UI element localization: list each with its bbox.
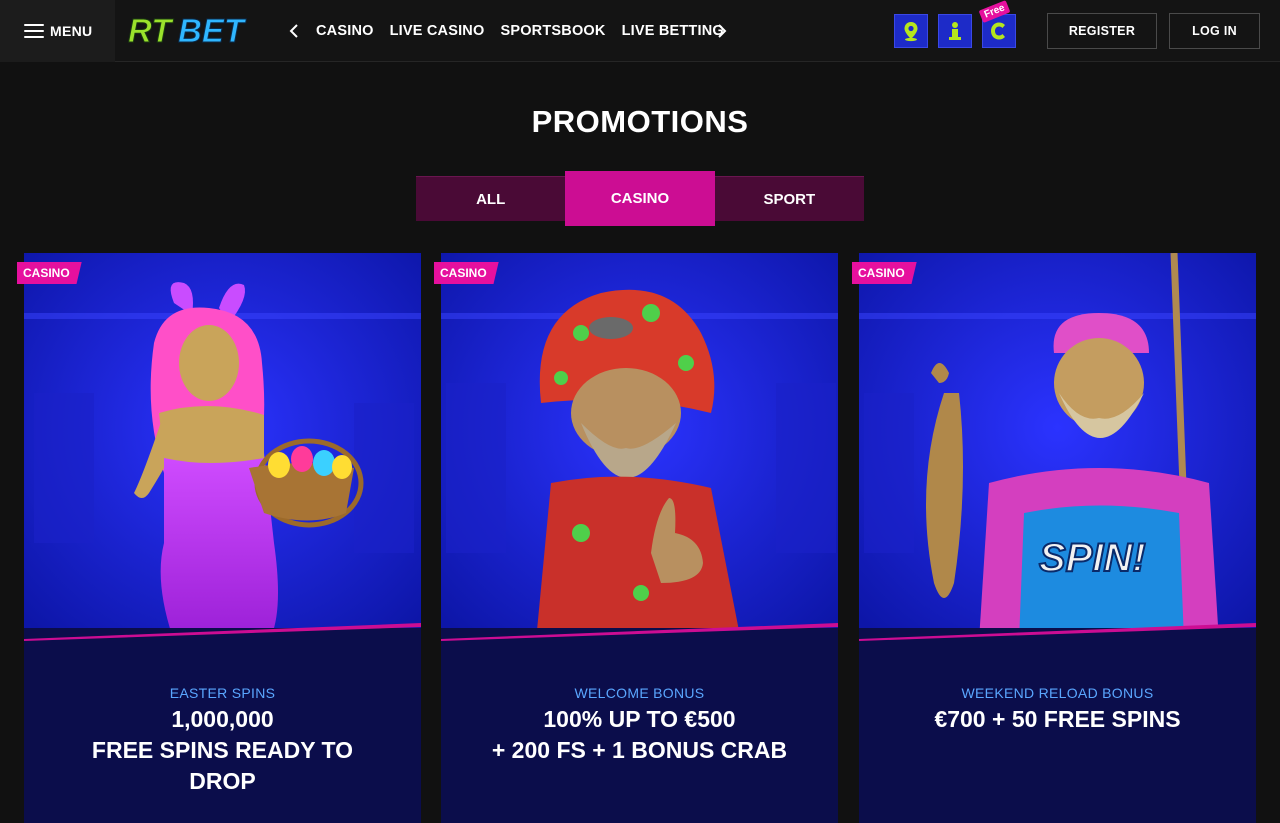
main-nav: CASINO LIVE CASINO SPORTSBOOK LIVE BETTI… bbox=[316, 0, 724, 62]
card-badge: CASINO bbox=[852, 262, 917, 284]
card-badge: CASINO bbox=[17, 262, 82, 284]
card-subtitle: WEEKEND RELOAD BONUS bbox=[961, 685, 1154, 701]
card-subtitle: EASTER SPINS bbox=[169, 685, 276, 701]
card-subtitle: WELCOME BONUS bbox=[574, 685, 705, 701]
svg-text:BET: BET bbox=[178, 12, 247, 49]
promo-card-weekend[interactable]: SPIN! WEEKEND RELOAD BONUS €700 + 50 FRE… bbox=[859, 253, 1256, 823]
gnome-image bbox=[441, 253, 838, 641]
site-header: MENU RT BET CASINO LIVE CASINO SPORTSBOO… bbox=[0, 0, 1280, 62]
nav-prev-icon[interactable] bbox=[282, 19, 306, 43]
location-pin-icon[interactable] bbox=[894, 14, 928, 48]
rtbet-logo[interactable]: RT BET bbox=[126, 10, 256, 50]
promo-card-welcome[interactable]: WELCOME BONUS 100% UP TO €500 + 200 FS +… bbox=[441, 253, 838, 823]
nav-casino[interactable]: CASINO bbox=[316, 23, 374, 39]
menu-label: MENU bbox=[50, 23, 93, 39]
promo-card-easter[interactable]: EASTER SPINS 1,000,000 FREE SPINS READY … bbox=[24, 253, 421, 823]
login-button[interactable]: LOG IN bbox=[1169, 13, 1260, 49]
card-badge: CASINO bbox=[434, 262, 499, 284]
tab-sport[interactable]: SPORT bbox=[714, 176, 864, 221]
menu-button[interactable]: MENU bbox=[0, 0, 115, 62]
tab-casino[interactable]: CASINO bbox=[565, 171, 715, 226]
nav-sportsbook[interactable]: SPORTSBOOK bbox=[500, 23, 605, 39]
info-person-icon[interactable] bbox=[938, 14, 972, 48]
nav-next-icon[interactable] bbox=[710, 19, 734, 43]
nav-live-casino[interactable]: LIVE CASINO bbox=[390, 23, 485, 39]
card-headline: 1,000,000 FREE SPINS READY TO DROP bbox=[91, 706, 354, 794]
nav-live-betting[interactable]: LIVE BETTING bbox=[622, 23, 724, 39]
svg-text:RT: RT bbox=[128, 12, 174, 49]
fisherman-image: SPIN! bbox=[859, 253, 1256, 641]
tab-all[interactable]: ALL bbox=[416, 176, 566, 221]
hamburger-icon bbox=[24, 24, 44, 38]
card-headline: 100% UP TO €500 + 200 FS + 1 BONUS CRAB bbox=[491, 706, 788, 763]
promo-tabs: ALL CASINO SPORT bbox=[416, 171, 864, 226]
svg-text:SPIN!: SPIN! bbox=[1039, 536, 1146, 580]
register-button[interactable]: REGISTER bbox=[1047, 13, 1157, 49]
page-title: PROMOTIONS bbox=[531, 104, 749, 139]
card-headline: €700 + 50 FREE SPINS bbox=[934, 706, 1181, 732]
easter-bunny-image bbox=[24, 253, 421, 641]
